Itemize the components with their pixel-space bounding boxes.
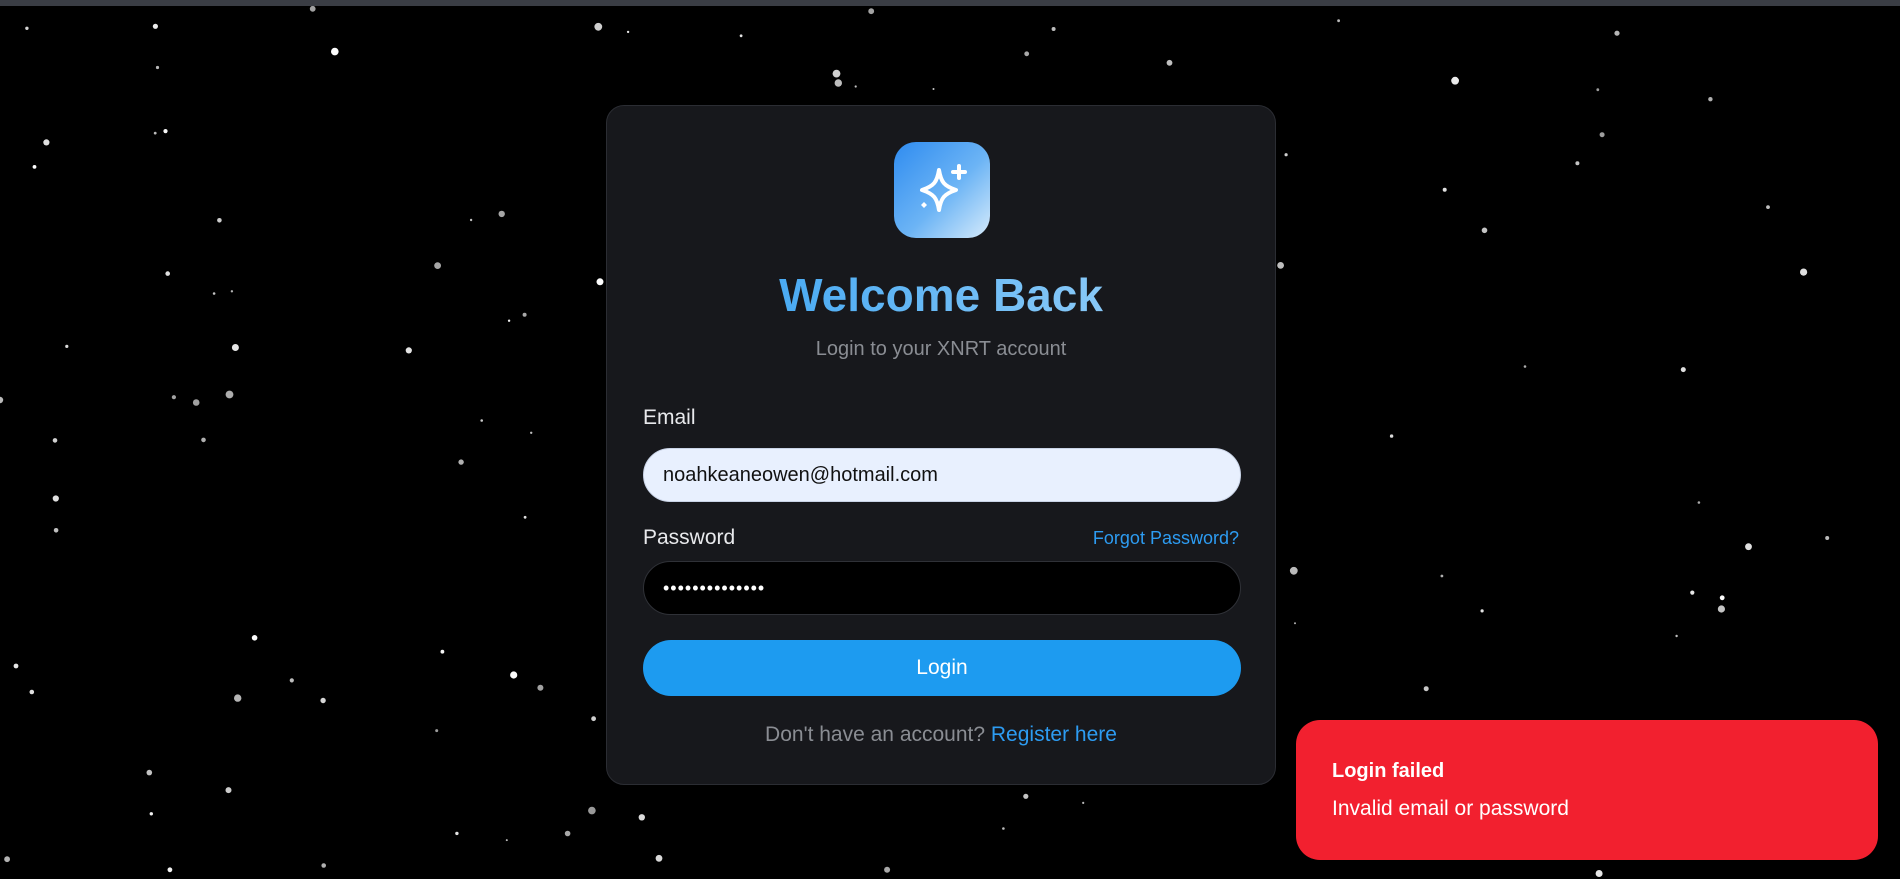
email-field[interactable]: noahkeaneowen@hotmail.com — [643, 448, 1241, 502]
email-label: Email — [643, 406, 696, 429]
app-logo — [894, 142, 990, 238]
error-toast[interactable]: Login failed Invalid email or password — [1296, 720, 1878, 860]
page-subtitle: Login to your XNRT account — [815, 338, 1067, 360]
password-label: Password — [643, 526, 736, 549]
toast-message: Invalid email or password — [1332, 797, 1569, 820]
forgot-password-link[interactable]: Forgot Password? — [1093, 528, 1239, 549]
email-value: noahkeaneowen@hotmail.com — [663, 463, 938, 486]
login-button[interactable]: Login — [643, 640, 1241, 696]
login-card: Welcome Back Login to your XNRT account … — [606, 105, 1276, 785]
toast-title: Login failed — [1332, 760, 1445, 782]
register-link[interactable]: Register here — [991, 723, 1117, 746]
register-prompt: Don't have an account? — [765, 723, 986, 746]
register-prompt-line: Don't have an account? Register here — [607, 723, 1275, 747]
password-field[interactable]: •••••••••••••• — [643, 561, 1241, 615]
page-title: Welcome Back — [607, 268, 1275, 322]
password-value: •••••••••••••• — [663, 577, 766, 598]
sparkles-icon — [920, 164, 967, 212]
